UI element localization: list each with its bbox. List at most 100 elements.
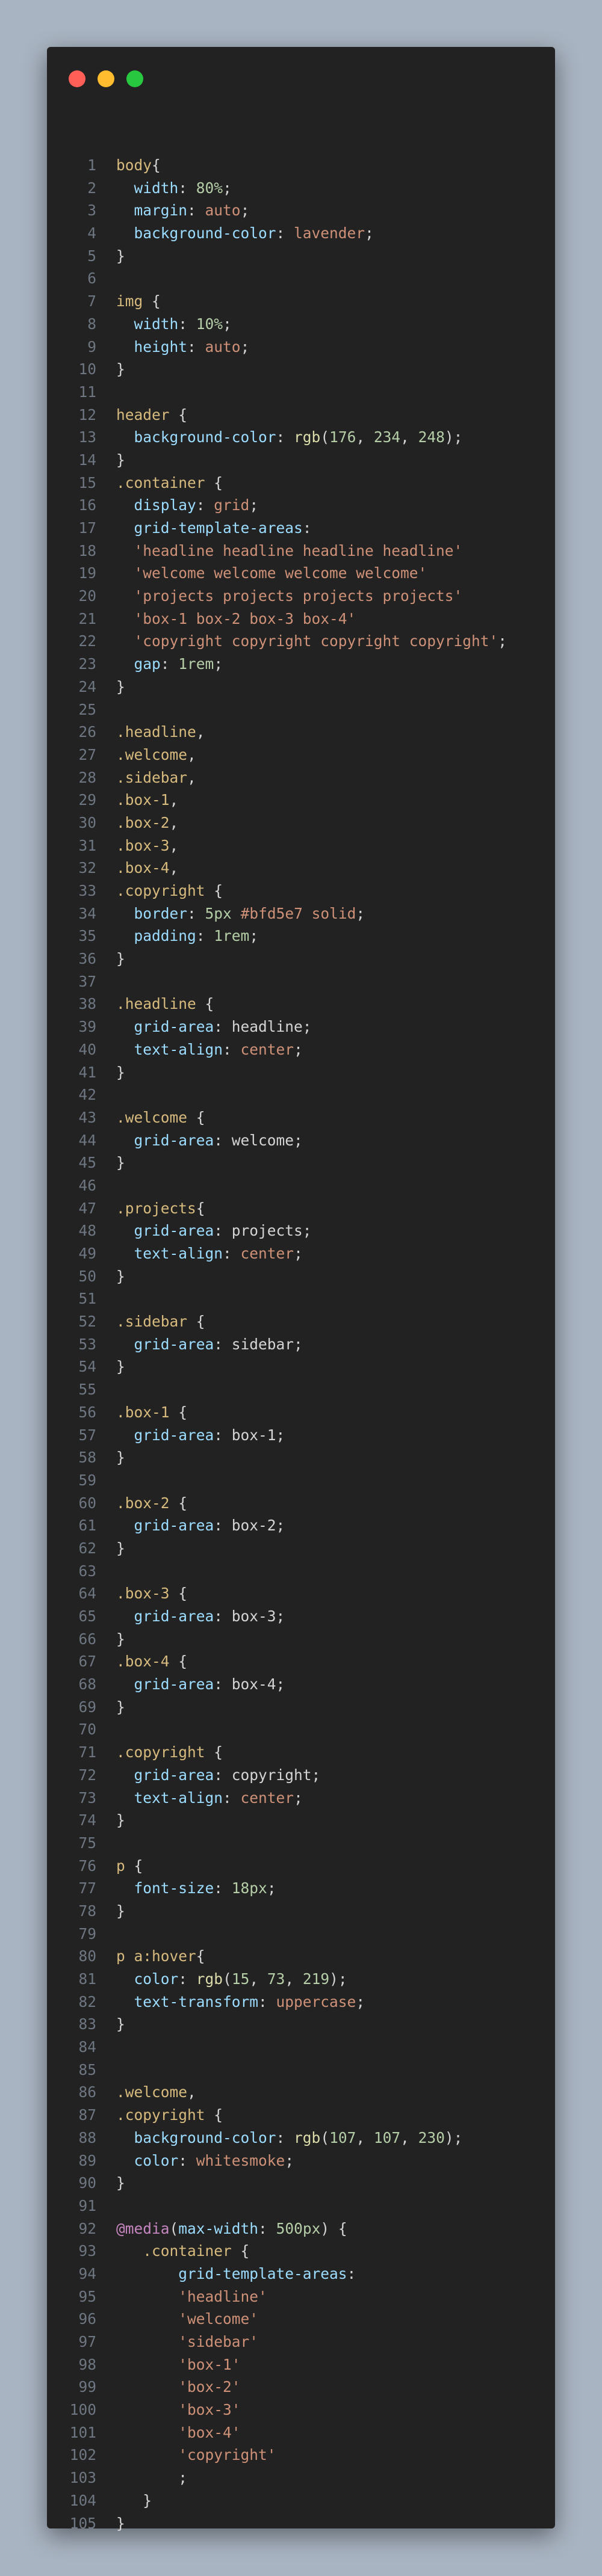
code-line: 26 .headline,	[47, 721, 555, 744]
code-token: padding	[134, 927, 196, 945]
code-text: .container {	[116, 2240, 249, 2263]
line-number: 17	[78, 519, 96, 537]
code-line: 24}	[47, 676, 555, 698]
code-window: 1 body{2 width: 80%; 3 margin: auto; 4 back…	[47, 47, 555, 2532]
code-token: :	[276, 224, 294, 242]
code-text: }	[116, 676, 125, 698]
code-line: 2 width: 80%;	[47, 177, 555, 200]
code-text: }	[116, 358, 125, 381]
code-line: 77 font-size: 18px;	[47, 1877, 555, 1900]
code-line: 48 grid-area: projects;	[47, 1219, 555, 1242]
code-token: .welcome	[116, 2083, 188, 2101]
code-token: }	[116, 2015, 125, 2033]
code-token: .headline	[116, 723, 196, 741]
line-number: 39	[78, 1018, 96, 1036]
code-text: border: 5px #bfd5e7 solid;	[116, 902, 365, 925]
line-number: 92	[78, 2219, 96, 2237]
minimize-window-button[interactable]	[98, 70, 114, 87]
code-token: ;	[249, 496, 259, 514]
code-token: grid-area	[134, 1607, 214, 1625]
code-line: 39 grid-area: headline;	[47, 1015, 555, 1038]
code-text: color: rgb(15, 73, 219);	[116, 1968, 347, 1991]
line-number: 18	[78, 541, 96, 559]
code-text: }	[116, 1696, 125, 1719]
code-token: body	[116, 156, 152, 174]
code-editor: 1 body{2 width: 80%; 3 margin: auto; 4 back…	[47, 154, 555, 2534]
line-number: 50	[78, 1267, 96, 1285]
code-token: }	[116, 2491, 152, 2509]
code-token: .box-3	[116, 1585, 170, 1603]
code-text: padding: 1rem;	[116, 925, 259, 948]
code-text: height: auto;	[116, 336, 250, 359]
code-token: 'headline'	[178, 2287, 267, 2305]
code-token: ,	[400, 428, 418, 446]
close-window-button[interactable]	[69, 70, 85, 87]
code-token: ;	[240, 202, 250, 220]
code-token: ;	[116, 2469, 188, 2487]
code-line: 57 grid-area: box-1;	[47, 1424, 555, 1447]
code-token: 'box-1 box-2 box-3 box-4'	[134, 609, 356, 627]
code-token: :	[347, 2264, 356, 2282]
code-token: rgb	[294, 2128, 321, 2146]
code-line: 14}	[47, 449, 555, 472]
code-line: 90}	[47, 2172, 555, 2195]
line-number: 104	[69, 2491, 96, 2509]
code-line: 49 text-align: center;	[47, 1242, 555, 1265]
code-line: 45}	[47, 1151, 555, 1174]
code-line: 82 text-transform: uppercase;	[47, 1991, 555, 2014]
code-token: font-size	[134, 1879, 214, 1897]
code-line: 83}	[47, 2013, 555, 2036]
code-token: color	[134, 1970, 179, 1988]
code-text: 'box-4'	[116, 2421, 240, 2444]
code-line: 101 'box-4'	[47, 2421, 555, 2444]
line-number: 84	[78, 2038, 96, 2056]
code-token: .box-2	[116, 813, 170, 831]
code-text: grid-area: box-2;	[116, 1514, 285, 1537]
code-text: header {	[116, 404, 187, 427]
code-text: text-align: center;	[116, 1038, 303, 1061]
code-line: 5}	[47, 245, 555, 268]
code-token: grid-area	[134, 1131, 214, 1149]
code-token: :	[302, 519, 312, 537]
code-token: 'box-2'	[178, 2378, 241, 2396]
code-token: ;	[365, 224, 374, 242]
code-line: 59	[47, 1469, 555, 1492]
code-text: }	[116, 1900, 125, 1923]
code-line: 15 .container {	[47, 472, 555, 495]
code-token: :	[223, 1040, 241, 1058]
code-token: border	[134, 904, 188, 922]
code-text: grid-area: headline;	[116, 1015, 312, 1038]
code-line: 25	[47, 698, 555, 721]
line-number: 65	[78, 1607, 96, 1625]
code-line: 86 .welcome,	[47, 2081, 555, 2104]
code-token: : copyright;	[214, 1766, 321, 1784]
code-token: img	[116, 292, 143, 310]
code-token: gap	[134, 655, 161, 673]
code-line: 35 padding: 1rem;	[47, 925, 555, 948]
code-line: 43 .welcome {	[47, 1106, 555, 1129]
maximize-window-button[interactable]	[126, 70, 143, 87]
code-line: 65 grid-area: box-3;	[47, 1605, 555, 1628]
code-text: .box-2 {	[116, 1492, 187, 1515]
code-token: {	[125, 1857, 143, 1875]
line-number: 12	[78, 405, 96, 424]
code-line: 69}	[47, 1696, 555, 1719]
line-number: 61	[78, 1517, 96, 1535]
line-number: 44	[78, 1131, 96, 1149]
code-line: 20 'projects projects projects projects'	[47, 585, 555, 608]
code-token: ,	[356, 2128, 374, 2146]
code-text: background-color: rgb(107, 107, 230);	[116, 2127, 463, 2149]
code-token: width	[134, 315, 179, 333]
code-token: ;	[498, 632, 507, 650]
code-token: }	[116, 1267, 125, 1285]
code-token: 1rem	[214, 927, 250, 945]
code-text: @media(max-width: 500px) {	[116, 2217, 347, 2240]
code-token: : box-2;	[214, 1517, 285, 1535]
code-line: 79	[47, 1923, 555, 1946]
line-number: 35	[78, 927, 96, 945]
